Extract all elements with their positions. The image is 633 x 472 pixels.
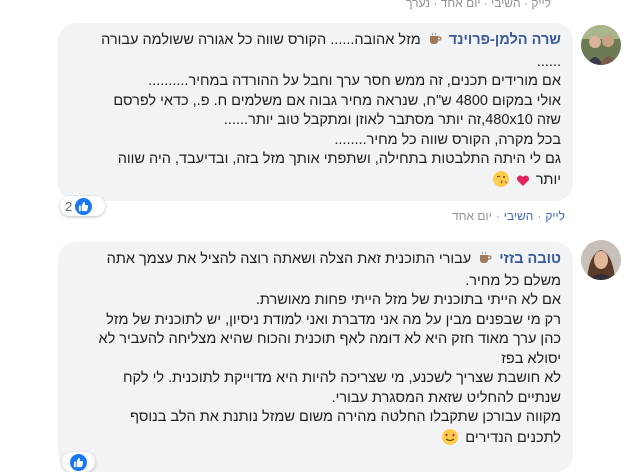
coffee-icon <box>478 251 492 272</box>
timestamp[interactable]: יום אחד <box>452 209 492 223</box>
comment-author[interactable]: טובה בזזי <box>499 251 561 267</box>
heart-icon <box>516 174 530 195</box>
comment-line: ...... <box>536 53 561 70</box>
avatar[interactable] <box>581 25 621 65</box>
comment-line: רק מי שבפנים מבין על מה אני מדברת ואני ל… <box>106 311 561 328</box>
comment-line: שרה הלמן-פרוינד מזל אהובה...... הקורס שו… <box>70 31 561 53</box>
coffee-icon <box>428 32 442 53</box>
comment-line: מקווה עבורכן שתקבלו החלטה מהירה משום שמז… <box>129 409 561 425</box>
separator: · <box>495 209 500 223</box>
comment-line: לא חושבת שצריך לשכנע, מי שצריכה להיות הי… <box>122 370 561 386</box>
reaction-count: 2 <box>65 198 73 214</box>
comment-line: כהן ערך מאוד חזק היא לא דומה לאף תוכנית … <box>98 331 561 347</box>
comment-actions: לייק·השיבי·יום אחד <box>452 209 565 223</box>
comment-line: משלם כל מחיר. <box>465 272 561 289</box>
previous-comment-actions: לייק · השיבי · יום אחד · נערך <box>406 0 551 10</box>
comment-line: שזה 480x10,זה יותר מסתבר לאוזן ומתקבל טו… <box>223 112 561 128</box>
thumbs-up-icon <box>70 453 87 471</box>
reply-button[interactable]: השיבי <box>504 209 534 223</box>
love-face-emoji-icon <box>441 428 459 453</box>
thumbs-up-icon <box>75 197 93 215</box>
comment-line: אם מורידים תכנים, זה ממש חסר ערך וחבל על… <box>148 73 561 89</box>
comment-bubble: שרה הלמן-פרוינד מזל אהובה...... הקורס שו… <box>58 23 573 201</box>
kiss-emoji-icon <box>492 170 510 195</box>
like-button[interactable]: לייק <box>545 209 565 223</box>
comment-line: טובה בזזי עבורי התוכנית זאת הצלה ושאתה ר… <box>70 250 561 272</box>
comment-text: מזל אהובה...... הקורס שווה כל אגורה ששול… <box>101 32 421 48</box>
comment-line: יסולא בפז <box>501 350 561 367</box>
comment-line: לתכנים הנדירים <box>70 428 561 453</box>
comment-line: בכל מקרה, הקורס שווה כל מחיר........ <box>334 131 561 148</box>
comment-line: גם לי היתה התלבטות בתחילה, ושתפתי אותך מ… <box>117 151 561 167</box>
comment-line: שנתיים להחליט שזאת המסגרת עבורי. <box>331 389 561 406</box>
comment-text: יותר <box>535 171 561 188</box>
comment-text: עבורי התוכנית זאת הצלה ושאתה רוצה להציל … <box>106 251 472 267</box>
comment-line: אולי במקום 4800 ש"ח, שנראה מחיר גבוה אם … <box>113 92 561 109</box>
avatar[interactable] <box>581 240 621 280</box>
comment-author[interactable]: שרה הלמן-פרוינד <box>449 32 561 48</box>
comment-bubble: טובה בזזי עבורי התוכנית זאת הצלה ושאתה ר… <box>58 242 573 472</box>
reaction-badge[interactable] <box>62 452 95 472</box>
comment-line: אם לא הייתי בתוכנית של מזל הייתי פחות מא… <box>255 292 561 308</box>
comment-text: לתכנים הנדירים <box>465 429 561 446</box>
reaction-count-badge[interactable]: 2 <box>60 196 105 216</box>
separator: · <box>537 209 542 223</box>
comment-line: יותר <box>70 170 561 195</box>
